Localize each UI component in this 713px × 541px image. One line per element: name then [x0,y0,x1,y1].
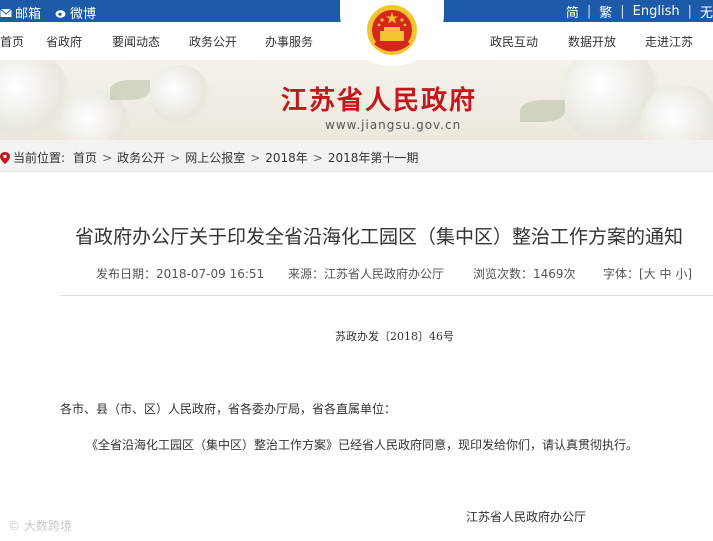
nav-item-about-jiangsu[interactable]: 走进江苏 [645,33,693,50]
article-title: 省政府办公厅关于印发全省沿海化工园区（集中区）整治工作方案的通知 [75,226,684,248]
weibo-link[interactable]: 微博 [55,3,96,22]
view-count: 浏览次数：1469次 [473,265,576,282]
font-size-options[interactable]: [大 中 小] [639,267,692,281]
nav-item-interaction[interactable]: 政民互动 [490,33,538,50]
nav-item-province-gov[interactable]: 省政府 [46,33,82,50]
meta-divider [60,295,713,296]
nav-item-services[interactable]: 办事服务 [265,33,313,50]
site-url: www.jiangsu.gov.cn [325,118,462,132]
breadcrumb: 当前位置: 首页 > 政务公开 > 网上公报室 > 2018年 > 2018年第… [0,140,713,172]
mail-link[interactable]: 邮箱 [0,3,41,22]
lang-separator: | [586,4,592,19]
breadcrumb-separator: > [250,150,261,165]
source-value: 江苏省人民政府办公厅 [324,267,445,281]
breadcrumb-item-gov-affairs[interactable]: 政务公开 [117,149,165,166]
breadcrumb-item-year[interactable]: 2018年 [265,149,308,166]
article-body-paragraph: 《全省沿海化工园区（集中区）整治工作方案》已经省人民政府同意，现印发给你们，请认… [86,438,639,452]
banner-flower-decoration [150,65,210,125]
article-source: 来源：江苏省人民政府办公厅 [288,265,444,282]
lang-traditional[interactable]: 繁 [599,2,612,21]
document-number: 苏政办发〔2018〕46号 [335,330,454,343]
breadcrumb-item-bulletin[interactable]: 网上公报室 [185,149,245,166]
site-banner: 江苏省人民政府 www.jiangsu.gov.cn [0,60,713,140]
publish-date: 发布日期：2018-07-09 16:51 [96,265,264,282]
nav-item-open-data[interactable]: 数据开放 [568,33,616,50]
banner-leaf-decoration [520,100,565,122]
source-label: 来源： [288,267,325,281]
breadcrumb-separator: > [102,150,113,165]
breadcrumb-label: 当前位置: [13,151,66,165]
mail-icon [0,8,12,17]
banner-leaf-decoration [110,80,150,100]
nav-item-home[interactable]: 首页 [0,33,24,50]
breadcrumb-separator: > [170,150,181,165]
breadcrumb-item-issue[interactable]: 2018年第十一期 [328,149,419,166]
nav-item-news[interactable]: 要闻动态 [112,33,160,50]
breadcrumb-separator: > [312,150,323,165]
watermark-text: 大数跨境 [23,519,72,533]
mail-label: 邮箱 [15,7,42,22]
weibo-label: 微博 [70,7,97,22]
lang-separator: | [620,4,625,19]
national-emblem-icon [367,5,417,55]
site-title: 江苏省人民政府 [281,86,478,116]
font-size-label: 字体： [603,267,640,281]
watermark-logo-icon: © [8,519,20,533]
publish-date-value: 2018-07-09 16:51 [156,267,265,281]
views-label: 浏览次数： [473,267,534,281]
breadcrumb-item-home[interactable]: 首页 [73,149,97,166]
weibo-icon [55,9,66,18]
publish-date-label: 发布日期： [96,267,157,281]
article-signature: 江苏省人民政府办公厅 [466,510,587,524]
font-size-control: 字体：[大 中 小] [603,265,692,282]
location-pin-icon [0,151,10,164]
watermark: © 大数跨境 [8,517,72,534]
lang-separator: | [687,4,692,19]
lang-accessible[interactable]: 无 [700,2,713,21]
article-recipients: 各市、县（市、区）人民政府，省各委办厅局，省各直属单位： [60,402,397,416]
views-value: 1469次 [533,267,576,281]
nav-item-gov-affairs[interactable]: 政务公开 [189,33,237,50]
lang-simplified[interactable]: 简 [566,2,579,21]
lang-english[interactable]: English [633,4,680,19]
